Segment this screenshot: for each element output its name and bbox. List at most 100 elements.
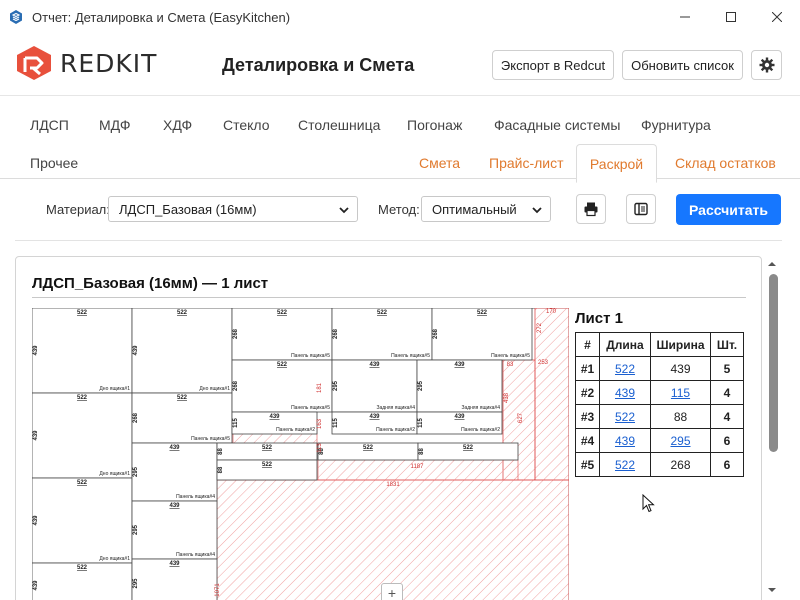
waste-dimension-label: 83	[507, 362, 514, 368]
part-length-label: 522	[177, 395, 188, 401]
row-length[interactable]: 439	[599, 380, 651, 405]
part-name-label: Панель ящика#5	[291, 405, 330, 411]
tab-cutting[interactable]: Раскрой	[576, 144, 657, 183]
settings-button[interactable]	[751, 50, 782, 80]
row-length[interactable]: 522	[599, 356, 651, 381]
tab-countertop[interactable]: Столешница	[298, 117, 380, 133]
row-number: #3	[575, 404, 600, 429]
calculate-button[interactable]: Рассчитать	[676, 194, 781, 225]
app-window: Отчет: Деталировка и Смета (EasyKitchen)…	[0, 0, 800, 600]
cutting-sheet-diagram[interactable]: 522 439 Дно ящика#1 522 439 Дно ящика#1 522 439…	[32, 308, 569, 600]
part-name-label: Панель ящика#5	[391, 353, 430, 359]
tab-facade-systems[interactable]: Фасадные системы	[494, 117, 620, 133]
waste-dimension-label: 627	[518, 412, 524, 423]
sheet-part	[131, 500, 218, 560]
material-select-value: ЛДСП_Базовая (16мм)	[119, 201, 257, 217]
part-width-label: 295	[133, 466, 139, 477]
part-name-label: Дно ящика#1	[99, 471, 130, 477]
row-qty-value: 4	[723, 409, 731, 424]
part-name-label: Задняя ящика#4	[376, 405, 415, 411]
part-name-label: Панель ящика#5	[491, 353, 530, 359]
part-length-label: 439	[369, 414, 380, 420]
part-width-label: 88	[218, 466, 224, 473]
tab-remnants-stock[interactable]: Склад остатков	[675, 155, 776, 171]
scrollbar-thumb[interactable]	[769, 274, 778, 452]
parts-table-row: #1 522 439 5	[575, 356, 744, 381]
row-width: 88	[650, 404, 711, 429]
part-length-label: 522	[477, 310, 488, 316]
part-width-label: 88	[218, 448, 224, 455]
row-number: #5	[575, 452, 600, 477]
part-width-label: 268	[233, 328, 239, 339]
parts-table: # Длина Ширина Шт. #1 522 439 5 #2 439 115 4 #3 5…	[575, 332, 744, 477]
row-width-value[interactable]: 295	[670, 434, 690, 448]
scroll-up-icon[interactable]	[764, 258, 780, 270]
minimize-button[interactable]	[662, 0, 708, 34]
tab-mdf[interactable]: МДФ	[99, 117, 130, 133]
row-qty: 4	[710, 380, 744, 405]
row-length-value[interactable]: 522	[615, 410, 635, 424]
vertical-scrollbar[interactable]	[764, 256, 780, 600]
row-length-value[interactable]: 439	[615, 386, 635, 400]
method-select-value: Оптимальный	[432, 201, 517, 217]
sheet-caption: Лист 1	[575, 310, 623, 327]
row-length-value[interactable]: 439	[615, 434, 635, 448]
row-length[interactable]: 522	[599, 404, 651, 429]
row-width: 268	[650, 452, 711, 477]
mouse-cursor-icon	[642, 494, 655, 513]
refresh-list-button[interactable]: Обновить список	[622, 50, 743, 80]
zoom-in-button[interactable]: +	[381, 583, 403, 600]
tab-hdf[interactable]: ХДФ	[163, 117, 192, 133]
gear-icon	[759, 57, 774, 73]
export-redcut-button[interactable]: Экспорт в Redcut	[492, 50, 614, 80]
close-button[interactable]	[754, 0, 800, 34]
method-select[interactable]: Оптимальный	[421, 196, 551, 222]
row-qty-value: 6	[723, 433, 731, 448]
material-select[interactable]: ЛДСП_Базовая (16мм)	[108, 196, 358, 222]
tab-price-list[interactable]: Прайс-лист	[489, 155, 564, 171]
part-width-label: 268	[233, 380, 239, 391]
maximize-button[interactable]	[708, 0, 754, 34]
part-width-label: 439	[33, 430, 39, 441]
row-length-value[interactable]: 522	[615, 362, 635, 376]
tab-hardware[interactable]: Фурнитура	[641, 117, 711, 133]
tab-moldings[interactable]: Погонаж	[407, 117, 462, 133]
part-length-label: 439	[369, 362, 380, 368]
row-width-value[interactable]: 115	[671, 386, 690, 400]
row-number-value: #2	[580, 385, 595, 400]
result-title-divider	[32, 297, 746, 298]
tab-ldsp[interactable]: ЛДСП	[30, 117, 69, 133]
window-title: Отчет: Деталировка и Смета (EasyKitchen)	[32, 9, 291, 25]
scroll-down-icon[interactable]	[764, 584, 780, 596]
chevron-down-icon	[532, 207, 542, 214]
part-length-label: 522	[177, 310, 188, 316]
row-width-value: 88	[673, 409, 688, 424]
print-icon	[584, 202, 598, 217]
row-length-value[interactable]: 522	[615, 458, 635, 472]
panel-toggle-icon	[634, 202, 648, 216]
row-qty-value: 4	[723, 385, 731, 400]
tab-glass[interactable]: Стекло	[223, 117, 270, 133]
row-width[interactable]: 295	[650, 428, 711, 453]
part-width-label: 115	[418, 418, 424, 428]
part-name-label: Панель ящика#2	[276, 427, 315, 433]
part-name-label: Панель ящика#2	[461, 427, 500, 433]
part-length-label: 522	[363, 445, 374, 451]
print-button[interactable]	[576, 194, 606, 224]
waste-area	[216, 479, 569, 600]
material-label: Материал:	[46, 202, 110, 217]
tab-estimate[interactable]: Смета	[419, 155, 460, 171]
part-width-label: 439	[133, 345, 139, 356]
row-length[interactable]: 522	[599, 452, 651, 477]
method-label: Метод:	[378, 202, 420, 217]
app-icon	[10, 10, 22, 24]
row-width-value: 268	[670, 457, 691, 472]
row-length[interactable]: 439	[599, 428, 651, 453]
row-width[interactable]: 115	[650, 380, 711, 405]
panel-toggle-button[interactable]	[626, 194, 656, 224]
tab-other[interactable]: Прочее	[30, 155, 78, 171]
part-width-label: 295	[333, 380, 339, 391]
sheet-part	[131, 308, 233, 394]
waste-dimension-label: 170	[546, 309, 557, 315]
row-number: #2	[575, 380, 600, 405]
